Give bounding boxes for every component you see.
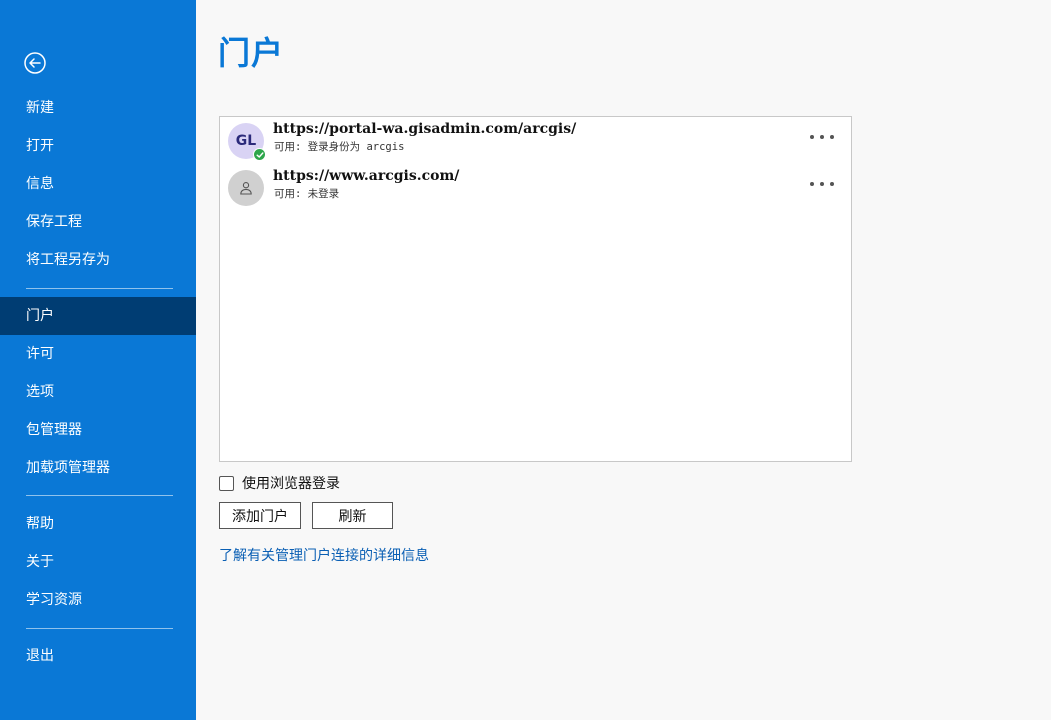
- person-icon: [228, 170, 264, 206]
- add-portal-button[interactable]: 添加门户: [219, 502, 301, 529]
- sidebar-item-save-project-as[interactable]: 将工程另存为: [0, 241, 196, 279]
- sidebar-item-addin-manager[interactable]: 加载项管理器: [0, 449, 196, 487]
- sidebar-item-learning-resources[interactable]: 学习资源: [0, 581, 196, 619]
- page-title: 门户: [218, 34, 285, 72]
- sidebar-item-save-project[interactable]: 保存工程: [0, 203, 196, 241]
- sidebar-item-options[interactable]: 选项: [0, 373, 196, 411]
- portal-status: 可用: 登录身份为 arcgis: [274, 141, 405, 153]
- sidebar-item-portal[interactable]: 门户: [0, 297, 196, 335]
- portal-status: 可用: 未登录: [274, 188, 340, 200]
- more-options-icon[interactable]: [810, 177, 834, 191]
- portal-list: GL https://portal-wa.gisadmin.com/arcgis…: [219, 116, 852, 462]
- back-arrow-icon[interactable]: [23, 51, 47, 75]
- sidebar-item-licensing[interactable]: 许可: [0, 335, 196, 373]
- checkbox[interactable]: [219, 475, 234, 491]
- portal-row[interactable]: GL https://portal-wa.gisadmin.com/arcgis…: [220, 117, 851, 163]
- sidebar-divider: [26, 495, 173, 496]
- browser-login-label: 使用浏览器登录: [242, 476, 340, 492]
- sidebar-item-about[interactable]: 关于: [0, 543, 196, 581]
- sidebar-item-package-manager[interactable]: 包管理器: [0, 411, 196, 449]
- sidebar-divider: [26, 288, 173, 289]
- portal-url: https://portal-wa.gisadmin.com/arcgis/: [273, 121, 577, 137]
- sidebar: 新建 打开 信息 保存工程 将工程另存为 门户 许可 选项 包管理器 加载项管理…: [0, 0, 196, 720]
- more-options-icon[interactable]: [810, 130, 834, 144]
- sidebar-item-exit[interactable]: 退出: [0, 637, 196, 675]
- sidebar-item-new[interactable]: 新建: [0, 89, 196, 127]
- portal-url: https://www.arcgis.com/: [273, 168, 460, 184]
- sidebar-divider: [26, 628, 173, 629]
- sidebar-item-info[interactable]: 信息: [0, 165, 196, 203]
- portal-row[interactable]: https://www.arcgis.com/ 可用: 未登录: [220, 164, 851, 210]
- sidebar-item-open[interactable]: 打开: [0, 127, 196, 165]
- learn-more-link[interactable]: 了解有关管理门户连接的详细信息: [219, 545, 429, 565]
- browser-login-checkbox[interactable]: 使用浏览器登录: [219, 473, 340, 493]
- sidebar-item-help[interactable]: 帮助: [0, 505, 196, 543]
- refresh-button[interactable]: 刷新: [312, 502, 393, 529]
- check-icon: [253, 148, 266, 161]
